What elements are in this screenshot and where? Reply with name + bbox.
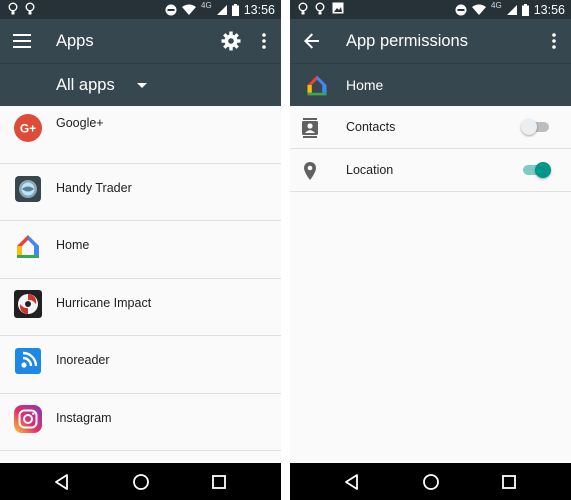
signal-icon <box>216 4 227 15</box>
home-app-icon <box>17 235 39 258</box>
list-item[interactable]: Hurricane Impact <box>0 279 281 336</box>
wifi-icon <box>472 4 487 15</box>
battery-icon <box>521 3 529 16</box>
back-triangle-icon[interactable] <box>53 473 71 491</box>
apps-screen: 4G 13:56 Apps All apps G+ Google+ Handy … <box>0 0 281 500</box>
do-not-disturb-icon <box>165 4 177 15</box>
list-item[interactable]: Handy Trader <box>0 164 281 221</box>
location-pin-icon <box>304 162 316 180</box>
app-header: Home <box>290 63 571 106</box>
status-bar: 4G 13:56 <box>0 0 281 19</box>
list-item[interactable]: Inoreader <box>0 336 281 394</box>
home-circle-icon[interactable] <box>422 473 440 491</box>
caret-down-icon <box>137 83 147 88</box>
bulb-notification-icon <box>298 2 308 15</box>
app-list: G+ Google+ Handy Trader Home Hurricane I… <box>0 106 281 463</box>
clock: 13:56 <box>533 2 565 17</box>
back-arrow-icon[interactable] <box>300 29 324 53</box>
permission-row-location[interactable]: Location <box>290 149 571 192</box>
app-bar: Apps <box>0 19 281 63</box>
inoreader-icon <box>15 348 41 374</box>
contacts-toggle[interactable] <box>521 119 551 135</box>
app-bar: App permissions <box>290 19 571 63</box>
bulb-notification-icon <box>8 2 18 15</box>
navigation-bar <box>0 463 281 500</box>
list-item[interactable]: G+ Google+ <box>0 106 281 164</box>
app-name: Home <box>56 238 90 252</box>
handy-trader-icon <box>15 175 41 202</box>
app-name: Home <box>346 77 384 93</box>
permission-label: Contacts <box>346 120 396 134</box>
list-item[interactable]: Home <box>0 221 281 279</box>
menu-icon[interactable] <box>10 29 34 53</box>
signal-icon <box>506 4 517 15</box>
battery-icon <box>231 3 239 16</box>
recents-square-icon[interactable] <box>210 473 228 491</box>
more-options-icon[interactable] <box>542 29 566 53</box>
network-type: 4G <box>201 1 212 10</box>
home-circle-icon[interactable] <box>132 473 150 491</box>
app-name: Google+ <box>56 116 104 130</box>
svg-text:G+: G+ <box>20 122 36 136</box>
list-item[interactable]: Instagram <box>0 394 281 451</box>
google-plus-icon: G+ <box>14 114 42 142</box>
permission-label: Location <box>346 163 394 177</box>
page-title: Apps <box>56 32 94 50</box>
status-bar: 4G 13:56 <box>290 0 571 19</box>
back-triangle-icon[interactable] <box>343 473 361 491</box>
network-type: 4G <box>491 1 502 10</box>
hurricane-impact-icon <box>14 289 42 318</box>
bulb-notification-icon <box>315 2 325 15</box>
location-toggle[interactable] <box>521 162 551 178</box>
wifi-icon <box>182 4 197 15</box>
more-options-icon[interactable] <box>252 29 276 53</box>
bulb-notification-icon <box>25 2 35 15</box>
instagram-icon <box>14 404 42 433</box>
app-name: Instagram <box>56 410 112 425</box>
app-name: Inoreader <box>56 353 110 367</box>
gear-icon[interactable] <box>219 29 243 53</box>
app-permissions-screen: 4G 13:56 App permissions Home Contacts L… <box>290 0 571 500</box>
app-name: Handy Trader <box>56 180 132 195</box>
image-notification-icon <box>332 2 344 14</box>
do-not-disturb-icon <box>455 4 467 15</box>
toggle-thumb <box>521 119 537 135</box>
clock: 13:56 <box>243 2 275 17</box>
app-name: Hurricane Impact <box>56 295 152 310</box>
page-title: App permissions <box>346 32 468 50</box>
filter-bar[interactable]: All apps <box>0 63 281 106</box>
navigation-bar <box>290 463 571 500</box>
recents-square-icon[interactable] <box>500 473 518 491</box>
permission-row-contacts[interactable]: Contacts <box>290 106 571 149</box>
toggle-thumb <box>535 162 551 178</box>
filter-dropdown[interactable]: All apps <box>56 76 115 95</box>
screen-gap <box>281 0 290 500</box>
contacts-icon <box>302 118 318 138</box>
home-app-icon <box>307 75 327 96</box>
